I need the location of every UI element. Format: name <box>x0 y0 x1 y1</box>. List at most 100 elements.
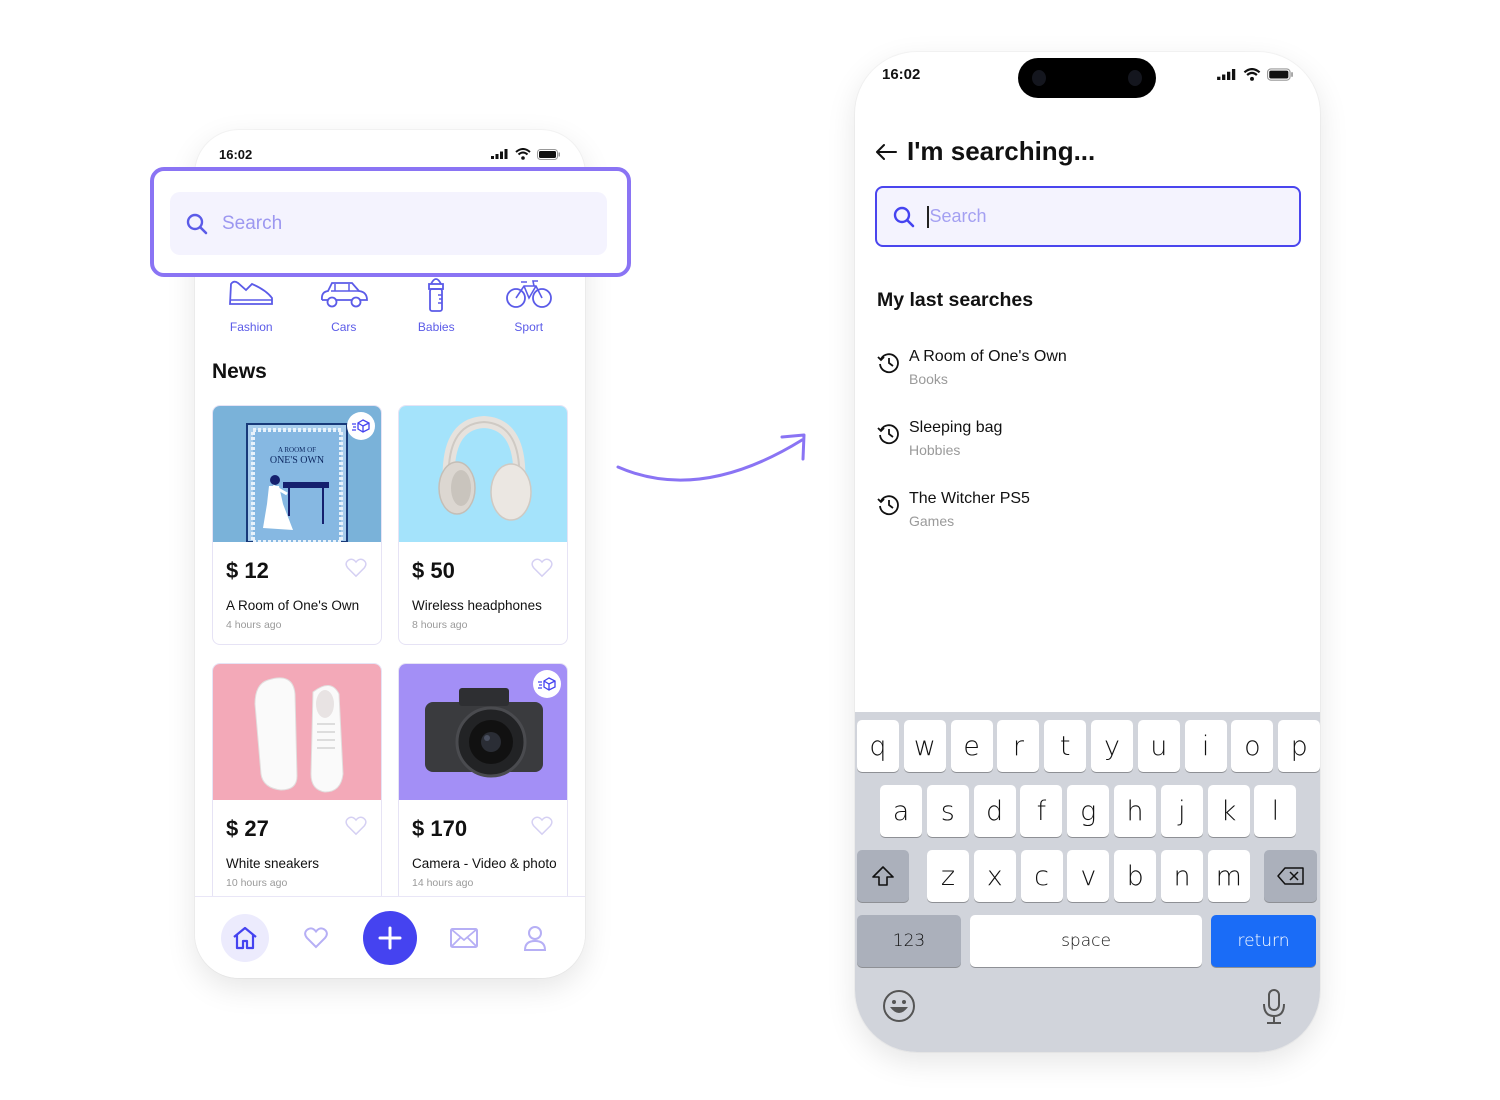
category-cars[interactable]: Cars <box>304 276 384 334</box>
key-c[interactable]: c <box>1020 850 1063 902</box>
status-time: 16:02 <box>219 146 253 162</box>
recent-category: Games <box>909 513 955 529</box>
recent-search-item[interactable]: The Witcher PS5 Games <box>875 490 1030 529</box>
product-card[interactable]: A ROOM OF ONE'S OWN $ 12 A Room of One's… <box>212 405 382 645</box>
product-card[interactable]: $ 50 Wireless headphones 8 hours ago <box>398 405 568 645</box>
product-image-camera <box>399 664 567 800</box>
space-key[interactable]: space <box>970 915 1202 967</box>
search-icon <box>893 206 915 227</box>
key-d[interactable]: d <box>973 785 1016 837</box>
keyboard-row-1: qwertyuiop <box>855 720 1320 772</box>
back-arrow-icon[interactable] <box>875 143 897 161</box>
key-s[interactable]: s <box>926 785 969 837</box>
recent-category: Hobbies <box>909 442 961 458</box>
heart-icon[interactable] <box>345 816 367 836</box>
category-label: Sport <box>514 320 544 334</box>
signal-icon <box>491 149 508 159</box>
recent-category: Books <box>909 371 948 387</box>
category-fashion[interactable]: Fashion <box>211 276 291 334</box>
key-f[interactable]: f <box>1020 785 1063 837</box>
key-j[interactable]: j <box>1160 785 1203 837</box>
bottom-navigation <box>195 896 585 978</box>
key-q[interactable]: q <box>857 720 899 772</box>
key-m[interactable]: m <box>1207 850 1250 902</box>
category-label: Babies <box>417 320 455 334</box>
numbers-key[interactable]: 123 <box>857 915 961 967</box>
key-x[interactable]: x <box>973 850 1016 902</box>
nav-messages[interactable] <box>440 914 488 962</box>
product-image-book: A ROOM OF ONE'S OWN <box>213 406 381 542</box>
key-g[interactable]: g <box>1067 785 1110 837</box>
user-icon <box>524 925 547 951</box>
nav-favorites[interactable] <box>292 914 340 962</box>
key-h[interactable]: h <box>1114 785 1156 837</box>
search-input[interactable] <box>929 206 1260 227</box>
key-i[interactable]: i <box>1184 720 1227 772</box>
delivery-badge <box>347 412 375 440</box>
category-babies[interactable]: Babies <box>396 276 476 334</box>
plus-icon <box>378 926 402 949</box>
backspace-icon <box>1276 867 1304 885</box>
onscreen-keyboard: qwertyuiop asdfghjkl zxcvbnm 123 space r… <box>855 712 1320 1052</box>
key-b[interactable]: b <box>1114 850 1157 902</box>
heart-icon[interactable] <box>531 816 553 836</box>
key-z[interactable]: z <box>927 850 969 902</box>
keyboard-row-2: asdfghjkl <box>855 785 1320 837</box>
key-k[interactable]: k <box>1207 785 1250 837</box>
key-r[interactable]: r <box>997 720 1040 772</box>
nav-profile[interactable] <box>511 914 559 962</box>
emoji-icon[interactable] <box>882 989 916 1023</box>
key-a[interactable]: a <box>880 785 922 837</box>
key-y[interactable]: y <box>1091 720 1133 772</box>
return-key[interactable]: return <box>1211 915 1316 967</box>
search-highlight-callout: Search <box>150 167 631 277</box>
recent-query: A Room of One's Own <box>909 348 1067 365</box>
heart-icon <box>303 926 328 948</box>
recent-query: Sleeping bag <box>909 419 1003 436</box>
microphone-icon[interactable] <box>1262 989 1286 1025</box>
mail-icon <box>450 927 479 948</box>
transition-arrow-icon <box>616 433 806 482</box>
book-cover-title-line2: ONE'S OWN <box>270 455 324 466</box>
product-card[interactable]: $ 170 Camera - Video & photo 14 hours ag… <box>398 663 568 903</box>
delete-key[interactable] <box>1264 850 1317 902</box>
key-p[interactable]: p <box>1278 720 1320 772</box>
search-icon <box>186 213 208 234</box>
search-screen-phone: 16:02 I'm searching... My last searches … <box>855 52 1320 1052</box>
product-card[interactable]: $ 27 White sneakers 10 hours ago <box>212 663 382 903</box>
category-sport[interactable]: Sport <box>489 276 569 334</box>
recent-query: The Witcher PS5 <box>909 490 1030 507</box>
key-n[interactable]: n <box>1161 850 1203 902</box>
signal-icon <box>1217 68 1236 80</box>
product-name: Wireless headphones <box>412 598 542 613</box>
nav-home[interactable] <box>220 913 269 962</box>
category-label: Fashion <box>229 320 273 334</box>
product-price: $ 170 <box>412 816 468 841</box>
key-l[interactable]: l <box>1254 785 1297 837</box>
history-icon <box>877 495 899 516</box>
key-w[interactable]: w <box>903 720 946 772</box>
nav-add-button[interactable] <box>362 910 417 965</box>
recent-search-item[interactable]: A Room of One's Own Books <box>875 348 1067 387</box>
home-search-field[interactable]: Search <box>170 192 607 255</box>
key-u[interactable]: u <box>1137 720 1180 772</box>
key-v[interactable]: v <box>1067 850 1110 902</box>
shift-key[interactable] <box>857 850 909 902</box>
search-header: I'm searching... <box>875 136 1095 167</box>
product-posted-time: 4 hours ago <box>226 619 282 631</box>
product-image-sneakers <box>213 664 381 800</box>
heart-icon[interactable] <box>345 558 367 578</box>
key-e[interactable]: e <box>950 720 993 772</box>
wifi-icon <box>1243 67 1261 81</box>
key-t[interactable]: t <box>1044 720 1087 772</box>
keyboard-row-4: 123 space return <box>855 915 1320 967</box>
product-name: Camera - Video & photo <box>412 856 557 871</box>
heart-icon[interactable] <box>531 558 553 578</box>
recent-search-item[interactable]: Sleeping bag Hobbies <box>875 419 1002 458</box>
product-name: White sneakers <box>226 856 320 871</box>
product-image-headphones <box>399 406 567 542</box>
delivery-box-icon <box>538 677 556 691</box>
wifi-icon <box>515 148 531 160</box>
key-o[interactable]: o <box>1231 720 1274 772</box>
search-field-focused[interactable] <box>875 186 1301 247</box>
